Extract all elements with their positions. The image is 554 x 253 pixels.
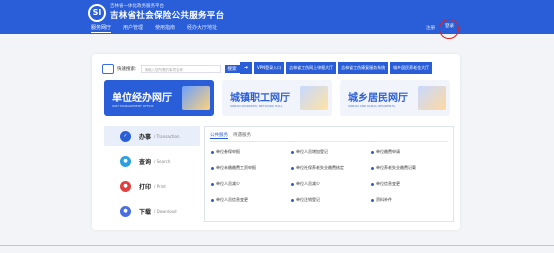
- print-icon: ●: [120, 180, 131, 192]
- quick-search-label: 快速搜索:: [117, 67, 137, 72]
- register-link[interactable]: 注册: [426, 25, 435, 31]
- service-item[interactable]: 单位缴费申请: [371, 149, 400, 155]
- menu-label-en: / Transaction: [154, 133, 180, 139]
- service-item[interactable]: 单位人员减少: [291, 181, 320, 187]
- menu-search[interactable]: ● 查询 / Search: [104, 151, 200, 171]
- search-input[interactable]: 请输入您所需的事项名称: [140, 65, 221, 73]
- search-icon: ●: [120, 155, 131, 167]
- nav-guide[interactable]: 使用指南: [155, 24, 175, 33]
- header-bar: SI 吉林省一体化政务服务平台 吉林省社会保险公共服务平台 服务网厅 用户管理 …: [0, 0, 554, 39]
- tab-public-service[interactable]: 公共服务: [210, 132, 228, 139]
- service-panel: 公共服务 待遇服务 单位参保申报 单位人员增加登记 单位缴费申请 单位未缴缴费工…: [204, 126, 454, 222]
- logo-icon: SI: [88, 4, 106, 22]
- quick-links: ➜ VPN登录入口 吉林省工伤网上申报大厅 吉林省工伤康复服务系统 城乡居民养老…: [240, 62, 433, 74]
- main-nav: 服务网厅 用户管理 使用指南 经办大厅地址: [91, 24, 217, 33]
- menu-download[interactable]: ● 下载 / Download: [104, 201, 200, 221]
- menu-label-en: / Print: [154, 183, 166, 189]
- menu-label-en: / Download: [154, 208, 177, 214]
- service-item[interactable]: 单位人员信息变更: [211, 197, 248, 203]
- menu-label: 打印: [139, 183, 152, 191]
- hall-illustration: [418, 86, 446, 110]
- menu-print[interactable]: ● 打印 / Print: [104, 176, 200, 196]
- nav-user-management[interactable]: 用户管理: [123, 24, 143, 33]
- main-panel: 快速搜索: 请输入您所需的事项名称 搜索 ➜ VPN登录入口 吉林省工伤网上申报…: [92, 54, 460, 230]
- quick-search-row: 快速搜索: 请输入您所需的事项名称 搜索: [102, 64, 240, 74]
- footer-divider: [0, 245, 554, 246]
- highlight-circle: [439, 19, 459, 39]
- nav-hall-address[interactable]: 经办大厅地址: [187, 24, 217, 33]
- tab-divider: [210, 141, 448, 142]
- hall-illustration: [300, 86, 328, 110]
- quick-link-pension[interactable]: 城乡居民养老金大厅: [390, 62, 433, 74]
- hall-residents-subtitle: URBAN AND RURAL RESIDENTS: [348, 104, 396, 108]
- service-item[interactable]: 单位养老失业缴费记载: [371, 165, 416, 171]
- menu-label: 下载: [139, 208, 152, 216]
- service-item[interactable]: 单位参保申报: [211, 149, 240, 155]
- menu-label: 查询: [139, 158, 152, 166]
- hall-residents-title: 城乡居民网厅: [348, 93, 408, 104]
- hall-workers-subtitle: URBAN WORKERS' NETWORK HALL: [230, 104, 283, 108]
- quick-link-rehab[interactable]: 吉林省工伤康复服务系统: [338, 62, 389, 74]
- nav-service-hall[interactable]: 服务网厅: [91, 24, 112, 33]
- service-item[interactable]: 单位未缴缴费工资申报: [211, 165, 256, 171]
- quick-link-injury[interactable]: 吉林省工伤网上申报大厅: [286, 62, 337, 74]
- hall-urban-workers[interactable]: 城镇职工网厅 URBAN WORKERS' NETWORK HALL: [222, 80, 332, 116]
- service-item[interactable]: 单位社保养老失业缴费核定: [291, 165, 344, 171]
- hall-illustration: [182, 86, 210, 110]
- service-item[interactable]: 资料补件: [371, 197, 392, 203]
- hall-workers-title: 城镇职工网厅: [230, 93, 290, 104]
- service-tabs: 公共服务 待遇服务: [210, 132, 251, 139]
- tab-benefit-service[interactable]: 待遇服务: [233, 132, 251, 139]
- download-icon: ●: [120, 205, 131, 217]
- service-item[interactable]: 单位信息变更: [371, 181, 400, 187]
- service-item[interactable]: 单位人员减少: [211, 181, 240, 187]
- quick-link-vpn[interactable]: VPN登录入口: [254, 62, 285, 74]
- search-button[interactable]: 搜索: [224, 65, 240, 73]
- category-menu: ✓ 办事 / Transaction ● 查询 / Search ● 打印 / …: [104, 126, 200, 222]
- arrow-icon: ➜: [240, 62, 252, 74]
- hall-unit-title: 单位经办网厅: [112, 93, 172, 104]
- menu-label-en: / Search: [154, 158, 171, 164]
- transaction-icon: ✓: [120, 130, 131, 142]
- service-item[interactable]: 单位人员增加登记: [291, 149, 328, 155]
- search-icon: [102, 64, 114, 74]
- hall-unit-subtitle: UNIT MANAGEMENT OFFICE: [112, 104, 154, 108]
- service-item[interactable]: 单位注销登记: [291, 197, 320, 203]
- brand-title: 吉林省社会保险公共服务平台: [110, 11, 225, 21]
- hall-residents[interactable]: 城乡居民网厅 URBAN AND RURAL RESIDENTS: [340, 80, 450, 116]
- menu-transaction[interactable]: ✓ 办事 / Transaction: [104, 126, 200, 146]
- account-links: 注册: [426, 25, 435, 31]
- menu-label: 办事: [139, 133, 152, 141]
- hall-unit[interactable]: 单位经办网厅 UNIT MANAGEMENT OFFICE: [104, 80, 214, 116]
